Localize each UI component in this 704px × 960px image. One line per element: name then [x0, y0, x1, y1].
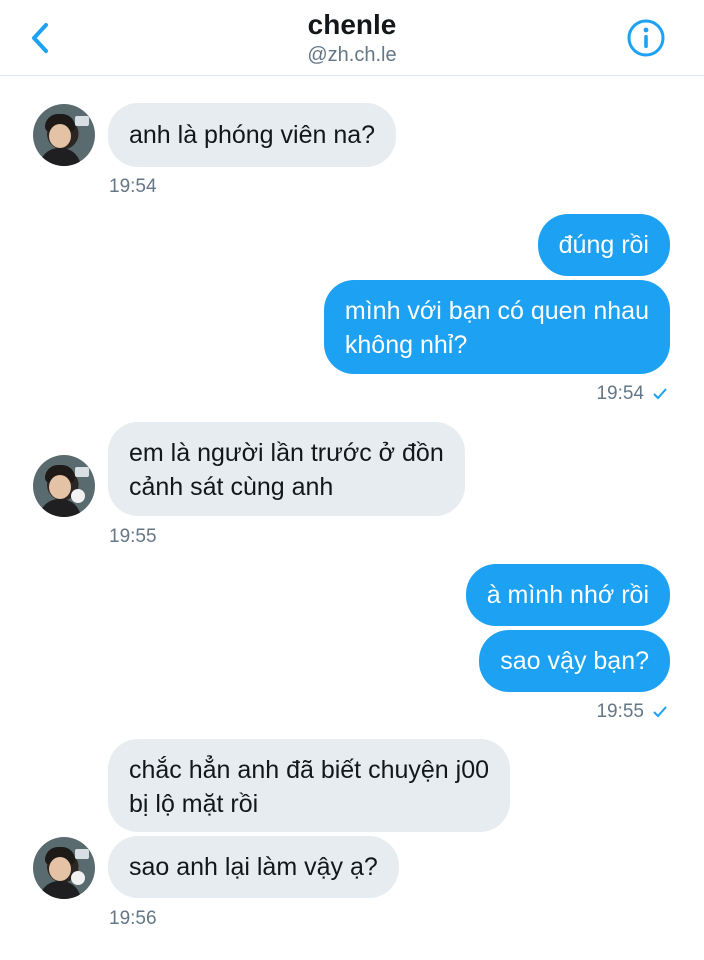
message-text-line: em là người lần trước ở đồn	[129, 439, 444, 467]
incoming-message[interactable]: anh là phóng viên na?	[108, 103, 397, 167]
incoming-message[interactable]: sao anh lại làm vậy ạ?	[108, 836, 399, 898]
contact-avatar[interactable]	[33, 104, 95, 166]
message-text-line: chắc hẳn anh đã biết chuyện j00	[129, 756, 489, 784]
contact-name: chenle	[307, 9, 397, 40]
conversation-header: chenle @zh.ch.le	[0, 0, 704, 76]
message-text: đúng rồi	[558, 231, 649, 259]
message-timestamp: 19:55	[596, 701, 668, 723]
outgoing-message[interactable]: mình với bạn có quen nhau không nhỉ?	[323, 280, 670, 374]
checkmark-icon	[653, 388, 667, 400]
message-text: anh là phóng viên na?	[129, 121, 376, 149]
message-timestamp: 19:54	[596, 383, 668, 405]
message-timestamp: 19:56	[109, 908, 157, 929]
timestamp-text: 19:55	[596, 701, 644, 722]
message-timestamp: 19:55	[109, 526, 157, 547]
message-text: sao vậy bạn?	[500, 647, 649, 675]
message-text-line: không nhỉ?	[344, 331, 468, 359]
message-text-line: cảnh sát cùng anh	[129, 473, 334, 501]
incoming-message[interactable]: chắc hẳn anh đã biết chuyện j00 bị lộ mặ…	[108, 739, 510, 832]
conversation-title[interactable]: chenle @zh.ch.le	[0, 10, 704, 68]
info-icon[interactable]	[626, 18, 666, 58]
outgoing-message[interactable]: đúng rồi	[537, 214, 670, 276]
contact-avatar[interactable]	[33, 455, 95, 517]
message-timestamp: 19:54	[109, 176, 157, 197]
outgoing-message[interactable]: sao vậy bạn?	[479, 630, 670, 692]
checkmark-icon	[653, 706, 667, 718]
incoming-message[interactable]: em là người lần trước ở đồn cảnh sát cùn…	[108, 422, 465, 516]
message-text-line: bị lộ mặt rồi	[129, 790, 259, 818]
message-text: sao anh lại làm vậy ạ?	[129, 853, 378, 881]
contact-avatar[interactable]	[33, 837, 95, 899]
outgoing-message[interactable]: à mình nhớ rồi	[465, 564, 670, 626]
contact-handle: @zh.ch.le	[307, 44, 397, 66]
message-text-line: mình với bạn có quen nhau	[344, 297, 649, 325]
message-text: à mình nhớ rồi	[486, 581, 649, 609]
timestamp-text: 19:54	[596, 383, 644, 404]
